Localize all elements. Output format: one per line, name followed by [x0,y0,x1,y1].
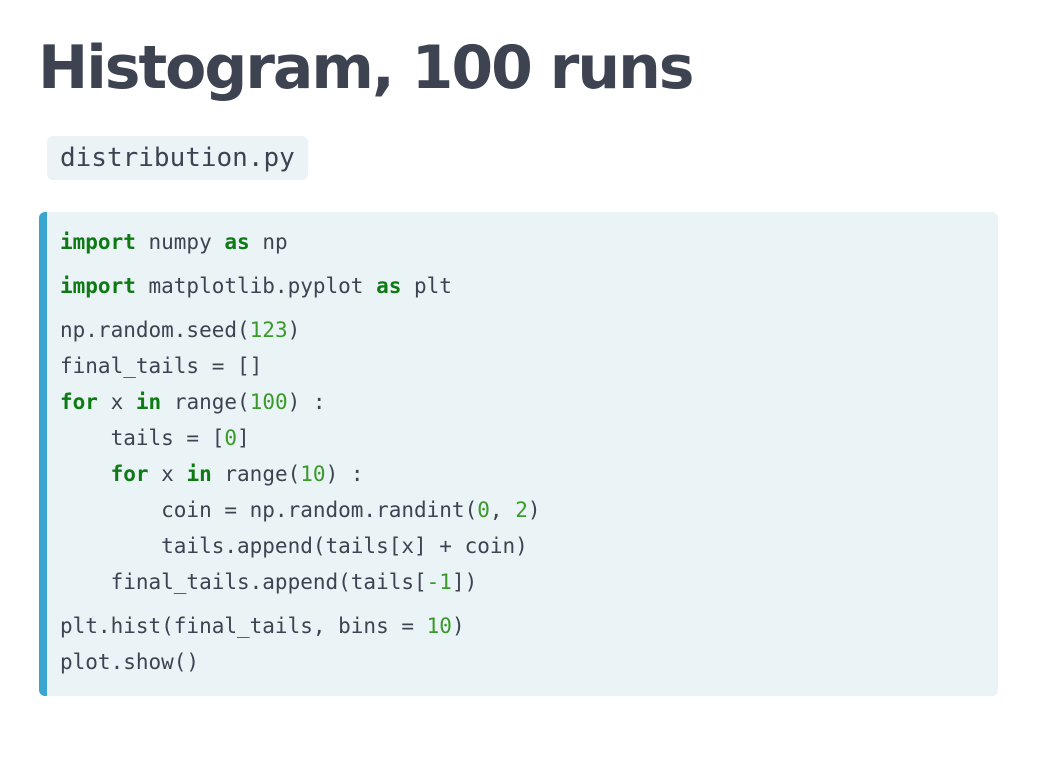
code-number: 0 [224,426,238,450]
page-title: Histogram, 100 runs [38,33,694,103]
code-keyword: as [376,274,402,298]
code-text: ]) [451,570,478,594]
code-keyword: import [60,274,136,298]
code-text: plot.show() [60,650,200,674]
code-keyword: in [186,462,212,486]
code-line: tails = [0] [60,420,541,456]
code-keyword: in [135,390,162,414]
filename-label: distribution.py [47,136,308,180]
code-text: tails.append(tails[x] + coin) [60,534,528,558]
code-text: ) : [287,390,326,414]
code-text: x [97,390,136,414]
code-line: final_tails.append(tails[-1]) [60,564,541,600]
code-number: 10 [300,462,326,486]
code-number: 123 [249,318,288,342]
code-number: 0 [477,498,490,522]
code-number: 100 [249,390,288,414]
code-text: np.random.seed( [60,318,250,342]
code-line: import numpy as np [60,224,541,260]
code-text: np [249,230,288,254]
code-text: ) [287,318,301,342]
code-line: final_tails = [] [60,348,541,384]
code-keyword: for [60,390,98,414]
code-text: tails = [ [60,426,225,450]
code-line: plot.show() [60,644,541,680]
code-text: ] [237,426,250,450]
code-text: range( [161,390,250,414]
code-text: final_tails = [] [60,354,263,378]
code-text: ) [451,614,465,638]
code-keyword: as [224,230,250,254]
code-text: , [489,498,516,522]
code-line: np.random.seed(123) [60,312,541,348]
code-listing: import numpy as np import matplotlib.pypl… [60,224,541,680]
code-number: 2 [515,498,528,522]
code-text: plt.hist(final_tails, bins = [60,614,427,638]
code-number: 10 [426,614,452,638]
code-text: ) [527,498,541,522]
code-number: -1 [426,570,452,594]
code-text: range( [211,462,301,486]
code-line: for x in range(10) : [60,456,541,492]
code-text: matplotlib.pyplot [135,274,377,298]
code-line: plt.hist(final_tails, bins = 10) [60,608,541,644]
code-line: coin = np.random.randint(0, 2) [60,492,541,528]
code-line: import matplotlib.pyplot as plt [60,268,541,304]
code-line: tails.append(tails[x] + coin) [60,528,541,564]
code-block: import numpy as np import matplotlib.pypl… [39,212,998,696]
code-text: final_tails.append(tails[ [60,570,427,594]
code-text: numpy [135,230,225,254]
code-keyword: for [110,462,149,486]
code-line: for x in range(100) : [60,384,541,420]
code-text: x [148,462,187,486]
code-keyword: import [60,230,136,254]
code-text: plt [401,274,452,298]
code-text: coin = np.random.randint( [60,498,478,522]
code-text: ) : [325,462,364,486]
